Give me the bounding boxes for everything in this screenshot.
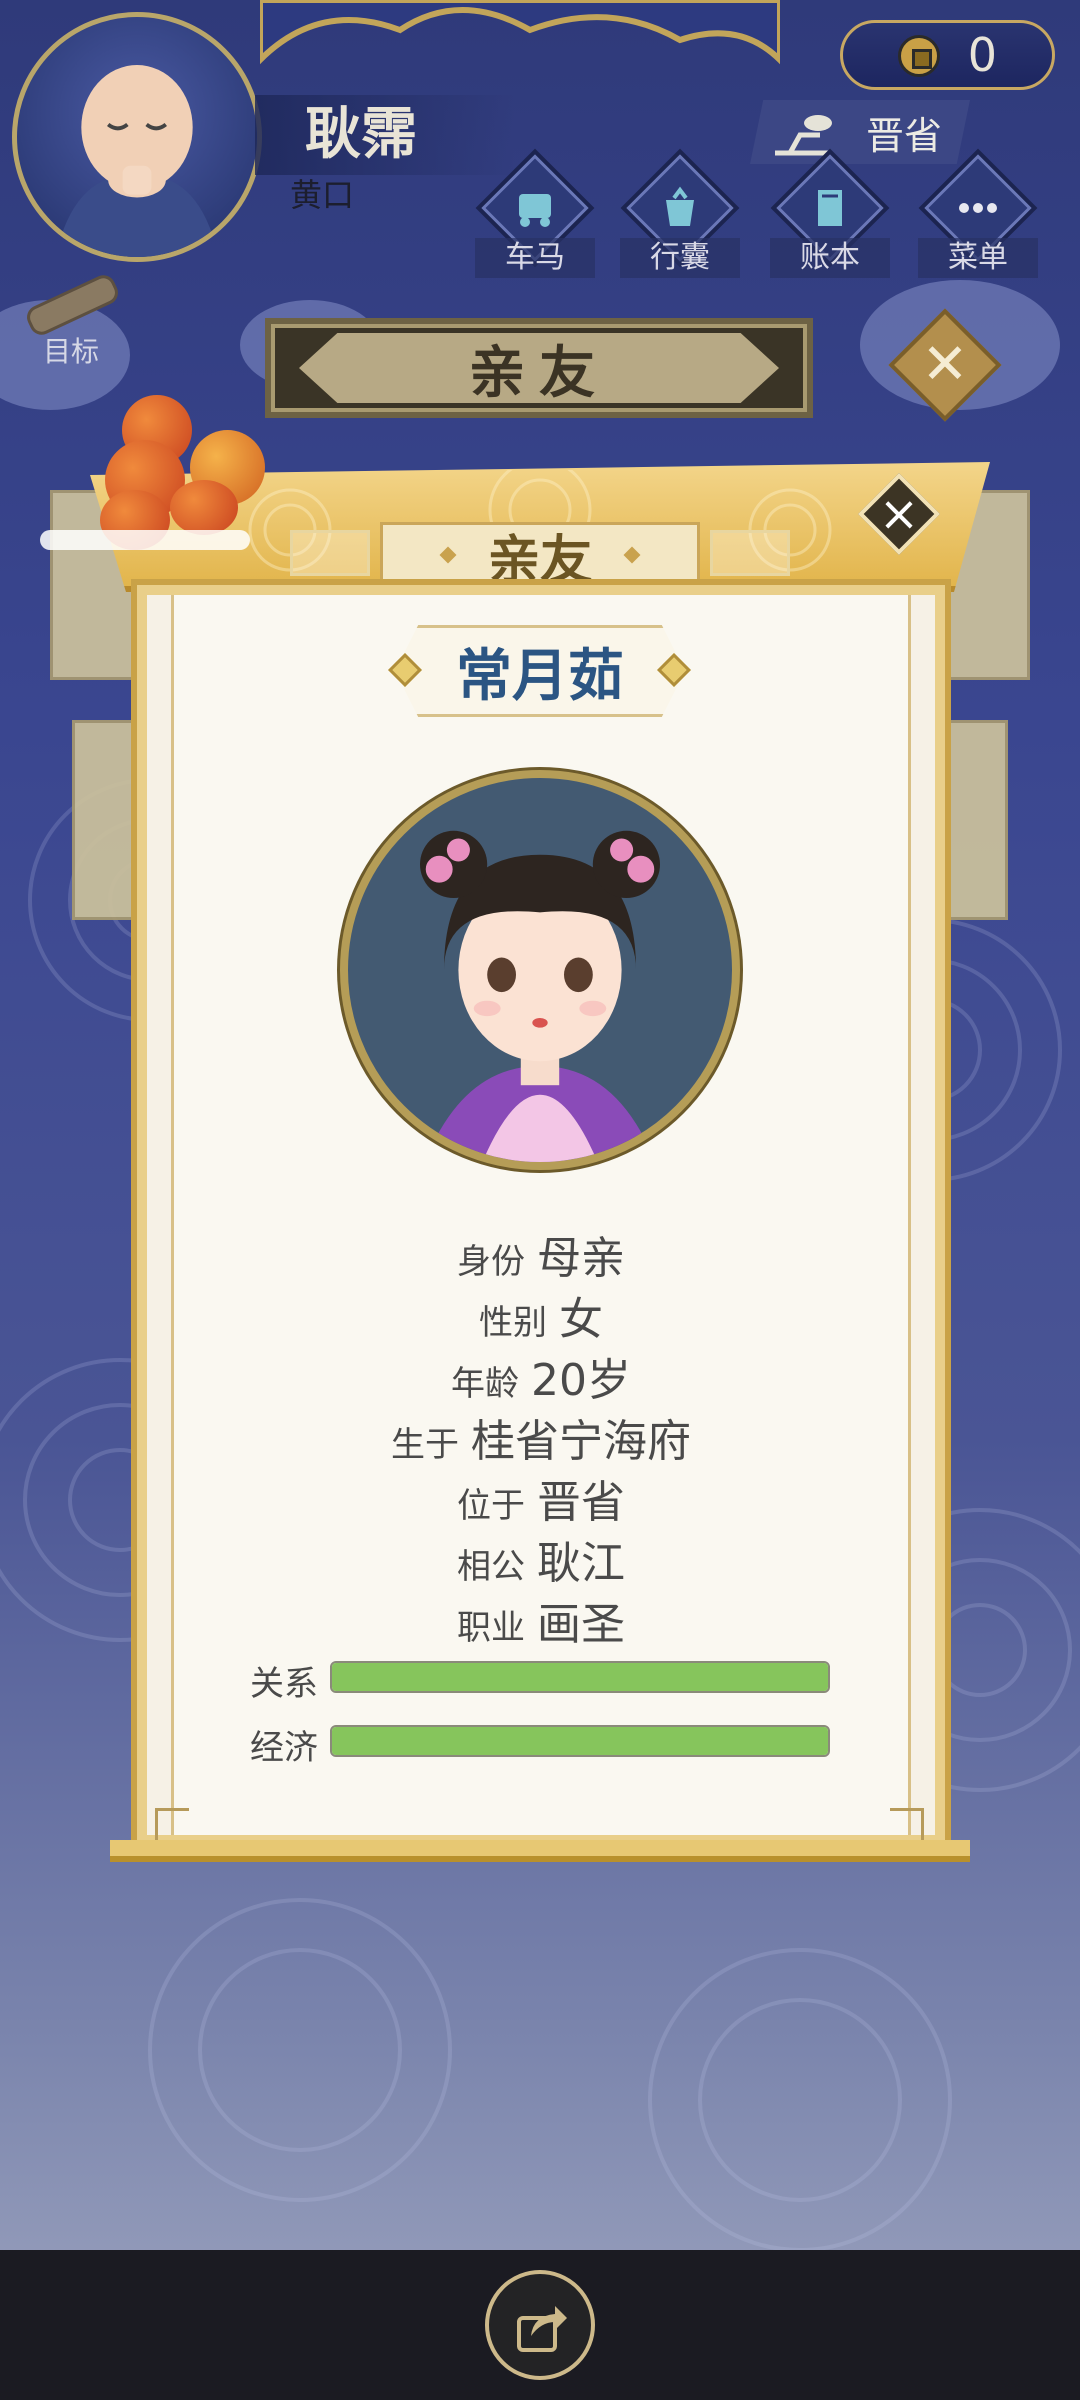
info-age: 年龄 20岁 bbox=[137, 1344, 945, 1408]
modal-bottom-bar bbox=[110, 1840, 970, 1862]
corner-ornament bbox=[155, 1808, 189, 1842]
info-key: 年龄 bbox=[451, 1364, 519, 1404]
currency-display[interactable]: 0 bbox=[840, 20, 1055, 90]
nav-bag-button[interactable]: 行囊 bbox=[620, 148, 740, 280]
share-icon bbox=[517, 2306, 567, 2352]
close-icon: ✕ bbox=[921, 332, 969, 397]
info-spouse: 相公 耿江 bbox=[137, 1527, 945, 1591]
relationship-bar bbox=[330, 1661, 830, 1693]
corner-ornament bbox=[890, 1808, 924, 1842]
nav-label: 车马 bbox=[475, 238, 595, 278]
nav-label: 账本 bbox=[770, 238, 890, 278]
info-value: 女 bbox=[559, 1294, 603, 1345]
location-label: 晋省 bbox=[865, 113, 942, 158]
coin-icon bbox=[898, 35, 940, 77]
info-key: 身份 bbox=[457, 1242, 525, 1282]
goal-button[interactable]: 目标 bbox=[15, 271, 125, 370]
info-value: 20岁 bbox=[531, 1355, 631, 1406]
player-title: 黄口 bbox=[290, 176, 355, 214]
info-key: 位于 bbox=[457, 1486, 525, 1526]
character-name: 常月茹 bbox=[395, 625, 685, 717]
info-key: 职业 bbox=[457, 1608, 525, 1648]
carriage-icon bbox=[519, 194, 551, 227]
currency-amount: 0 bbox=[967, 28, 997, 82]
header-ornament bbox=[290, 530, 370, 576]
info-value: 耿江 bbox=[537, 1538, 625, 1589]
info-gender: 性别女 bbox=[137, 1283, 945, 1347]
relationship-label: 关系 bbox=[250, 1664, 318, 1704]
section-banner: 亲友 bbox=[265, 318, 813, 418]
character-portrait bbox=[340, 770, 740, 1170]
info-identity: 身份 母亲 bbox=[137, 1222, 945, 1286]
modal-title: 亲友 bbox=[380, 522, 700, 591]
nav-label: 菜单 bbox=[918, 238, 1038, 278]
close-icon: × bbox=[878, 486, 920, 542]
info-location: 位于 晋省 bbox=[137, 1466, 945, 1530]
goal-label: 目标 bbox=[43, 335, 100, 368]
economy-bar-fill bbox=[332, 1727, 828, 1755]
scroll-icon bbox=[23, 271, 122, 339]
nav-carriage-button[interactable]: 车马 bbox=[475, 148, 595, 280]
info-value: 母亲 bbox=[537, 1233, 625, 1284]
fruit-decoration bbox=[170, 480, 238, 535]
share-button[interactable] bbox=[485, 2270, 595, 2380]
header-ornament bbox=[710, 530, 790, 576]
economy-bar bbox=[330, 1725, 830, 1757]
info-value: 晋省 bbox=[537, 1477, 625, 1528]
info-key: 生于 bbox=[391, 1425, 459, 1465]
menu-icon bbox=[959, 203, 997, 213]
nav-label: 行囊 bbox=[620, 238, 740, 278]
nav-ledger-button[interactable]: 账本 bbox=[770, 148, 890, 280]
info-value: 画圣 bbox=[537, 1599, 625, 1650]
info-birthplace: 生于 桂省宁海府 bbox=[137, 1405, 945, 1469]
monk-avatar-icon bbox=[55, 65, 219, 257]
economy-label: 经济 bbox=[250, 1728, 318, 1768]
section-title: 亲友 bbox=[299, 333, 779, 403]
info-value: 桂省宁海府 bbox=[471, 1416, 691, 1467]
info-key: 性别 bbox=[479, 1303, 547, 1343]
ledger-icon bbox=[818, 190, 842, 226]
info-key: 相公 bbox=[457, 1547, 525, 1587]
cloud-decoration bbox=[40, 530, 250, 550]
relationship-bar-fill bbox=[332, 1663, 828, 1691]
nav-menu-button[interactable]: 菜单 bbox=[918, 148, 1038, 280]
bag-icon bbox=[666, 186, 694, 226]
info-occupation: 职业 画圣 bbox=[137, 1588, 945, 1652]
girl-portrait-icon bbox=[420, 830, 660, 1162]
modal-title-text: 亲友 bbox=[487, 530, 592, 591]
player-avatar[interactable] bbox=[12, 12, 262, 262]
